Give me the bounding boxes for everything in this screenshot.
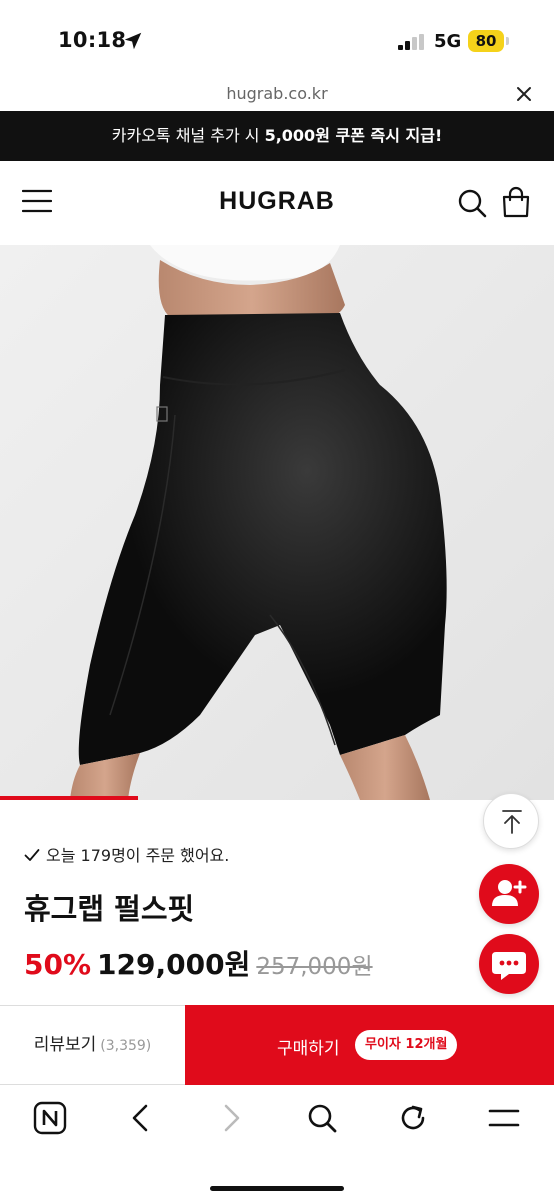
network-type: 5G: [434, 31, 462, 52]
buy-button[interactable]: 구매하기 무이자 12개월: [185, 1005, 554, 1085]
product-info: 오늘 179명이 주문 했어요. 휴그랩 펄스핏 50% 129,000원 257,…: [0, 800, 554, 1005]
arrow-up-icon: [502, 810, 522, 834]
promo-text: 카카오톡 채널 추가 시: [111, 126, 265, 145]
url-text[interactable]: hugrab.co.kr: [0, 84, 554, 103]
add-user-icon: [492, 880, 527, 906]
menu-icon[interactable]: [487, 1101, 521, 1135]
browser-toolbar: [0, 1085, 554, 1200]
interest-free-badge: 무이자 12개월: [355, 1030, 458, 1060]
check-icon: [24, 849, 40, 861]
promo-highlight: 5,000원 쿠폰 즉시 지급!: [264, 126, 443, 145]
bag-icon[interactable]: [500, 186, 532, 218]
review-count: (3,359): [100, 1038, 152, 1054]
product-photo: [0, 245, 554, 800]
price-row: 50% 129,000원 257,000원: [24, 943, 373, 983]
review-button[interactable]: 리뷰보기 (3,359): [0, 1005, 185, 1085]
signal-icon: [398, 34, 424, 50]
buy-label: 구매하기: [277, 1039, 340, 1059]
product-image[interactable]: [0, 245, 554, 800]
search-icon[interactable]: [456, 187, 488, 219]
product-name: 휴그랩 펄스핏: [24, 892, 195, 926]
status-bar: 10:18 5G 80: [0, 0, 554, 78]
add-friend-button[interactable]: [479, 864, 539, 924]
order-note: 오늘 179명이 주문 했어요.: [24, 842, 229, 866]
chat-icon: [492, 952, 526, 980]
forward-icon[interactable]: [214, 1101, 248, 1135]
location-arrow-icon: [124, 32, 142, 50]
status-time: 10:18: [58, 28, 127, 52]
promo-banner[interactable]: 카카오톡 채널 추가 시 5,000원 쿠폰 즉시 지급!: [0, 111, 554, 161]
purchase-bar: 리뷰보기 (3,359) 구매하기 무이자 12개월: [0, 1005, 554, 1085]
url-bar[interactable]: hugrab.co.kr: [0, 78, 554, 111]
site-header: HUGRAB: [0, 161, 554, 245]
back-icon[interactable]: [124, 1101, 158, 1135]
home-indicator: [210, 1186, 344, 1191]
original-price: 257,000원: [256, 954, 373, 980]
naver-icon[interactable]: [33, 1101, 67, 1135]
scroll-top-button[interactable]: [483, 793, 539, 849]
battery-tip: [506, 37, 509, 45]
order-note-text: 오늘 179명이 주문 했어요.: [46, 846, 230, 865]
review-label: 리뷰보기: [33, 1035, 97, 1055]
battery-indicator: 80: [468, 30, 504, 52]
close-icon[interactable]: [514, 84, 534, 104]
chat-button[interactable]: [479, 934, 539, 994]
search-icon[interactable]: [305, 1101, 339, 1135]
refresh-icon[interactable]: [396, 1101, 430, 1135]
discount-rate: 50%: [24, 948, 92, 981]
sale-price: 129,000원: [97, 948, 251, 981]
